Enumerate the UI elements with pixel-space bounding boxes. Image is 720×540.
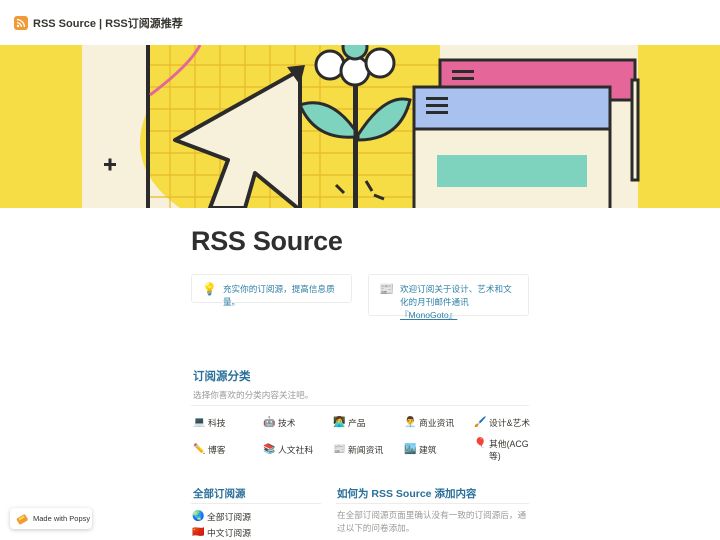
balloon-icon: 🎈 xyxy=(474,438,487,449)
category-label: 人文社科 xyxy=(278,445,314,455)
how-to-add-heading: 如何为 RSS Source 添加内容 xyxy=(337,488,477,500)
laptop-icon: 💻 xyxy=(193,417,206,428)
globe-icon: 🌏 xyxy=(192,511,205,522)
office-worker-icon: 👨‍💼 xyxy=(404,417,417,428)
category-humanities[interactable]: 📚 人文社科 xyxy=(263,444,313,456)
callout-newsletter-text: 欢迎订阅关于设计、艺术和文化的月刊邮件通讯『MonoGoto』 xyxy=(399,283,520,320)
categories-heading: 订阅源分类 xyxy=(193,371,251,383)
callout-tip-text: 充实你的订阅源，提高信息质量。 xyxy=(222,284,335,307)
category-tech[interactable]: 💻 科技 xyxy=(193,417,226,429)
page-title: RSS Source xyxy=(191,226,343,256)
books-icon: 📚 xyxy=(263,444,276,455)
category-label: 技术 xyxy=(278,418,296,428)
cover-illustration xyxy=(0,45,720,208)
callout-newsletter-body: 欢迎订阅关于设计、艺术和文化的月刊邮件通讯 xyxy=(399,284,512,307)
divider xyxy=(336,503,529,504)
robot-icon: 🤖 xyxy=(263,417,276,428)
monogoto-link[interactable]: 『MonoGoto』 xyxy=(400,310,457,320)
paintbrush-icon: 🖌️ xyxy=(474,417,487,428)
newspaper-icon: 📰 xyxy=(379,282,394,296)
link-label: 全部订阅源 xyxy=(207,512,251,522)
site-title[interactable]: RSS Source | RSS订阅源推荐 xyxy=(33,15,183,31)
category-product[interactable]: 👩‍💻 产品 xyxy=(333,417,366,429)
cityscape-icon: 🏙️ xyxy=(404,444,417,455)
category-label: 科技 xyxy=(208,418,226,428)
category-technology[interactable]: 🤖 技术 xyxy=(263,417,296,429)
divider xyxy=(191,503,321,504)
divider xyxy=(191,405,529,406)
lightbulb-icon: 💡 xyxy=(202,282,217,296)
newspaper-icon: 📰 xyxy=(333,444,346,455)
category-label: 博客 xyxy=(208,445,226,455)
all-feeds-link[interactable]: 🌏 全部订阅源 xyxy=(192,510,251,523)
technologist-icon: 👩‍💻 xyxy=(333,417,346,428)
category-other[interactable]: 🎈 其他(ACG等) xyxy=(474,438,530,462)
category-label: 产品 xyxy=(348,418,366,428)
china-flag-icon: 🇨🇳 xyxy=(192,527,205,538)
category-news[interactable]: 📰 新闻资讯 xyxy=(333,444,383,456)
callout-newsletter: 📰 欢迎订阅关于设计、艺术和文化的月刊邮件通讯『MonoGoto』 xyxy=(368,274,529,320)
callout-tip: 💡 充实你的订阅源，提高信息质量。 xyxy=(191,274,352,307)
category-label: 其他(ACG等) xyxy=(489,439,529,461)
category-label: 设计&艺术 xyxy=(489,418,531,428)
category-blog[interactable]: ✏️ 博客 xyxy=(193,444,226,456)
popsy-label: Made with Popsy xyxy=(33,514,91,523)
category-architecture[interactable]: 🏙️ 建筑 xyxy=(404,444,437,456)
cover-image xyxy=(0,45,720,208)
made-with-popsy-badge[interactable]: Made with Popsy xyxy=(10,508,92,529)
how-to-add-text: 在全部订阅源页面里确认没有一致的订阅源后，通过以下的问卷添加。 xyxy=(337,510,527,533)
pencil-icon: ✏️ xyxy=(193,444,206,455)
popsy-logo-icon xyxy=(16,513,28,524)
category-label: 商业资讯 xyxy=(419,418,455,428)
category-label: 建筑 xyxy=(419,445,437,455)
rss-icon xyxy=(14,15,28,30)
link-label: 中文订阅源 xyxy=(207,528,251,538)
category-business[interactable]: 👨‍💼 商业资讯 xyxy=(404,417,454,429)
chinese-feeds-link[interactable]: 🇨🇳 中文订阅源 xyxy=(192,526,251,539)
categories-subtitle: 选择你喜欢的分类内容关注吧。 xyxy=(193,390,314,400)
category-design-art[interactable]: 🖌️ 设计&艺术 xyxy=(474,417,530,429)
category-label: 新闻资讯 xyxy=(348,445,384,455)
top-bar: RSS Source | RSS订阅源推荐 xyxy=(0,0,720,45)
all-feeds-heading: 全部订阅源 xyxy=(193,488,246,500)
